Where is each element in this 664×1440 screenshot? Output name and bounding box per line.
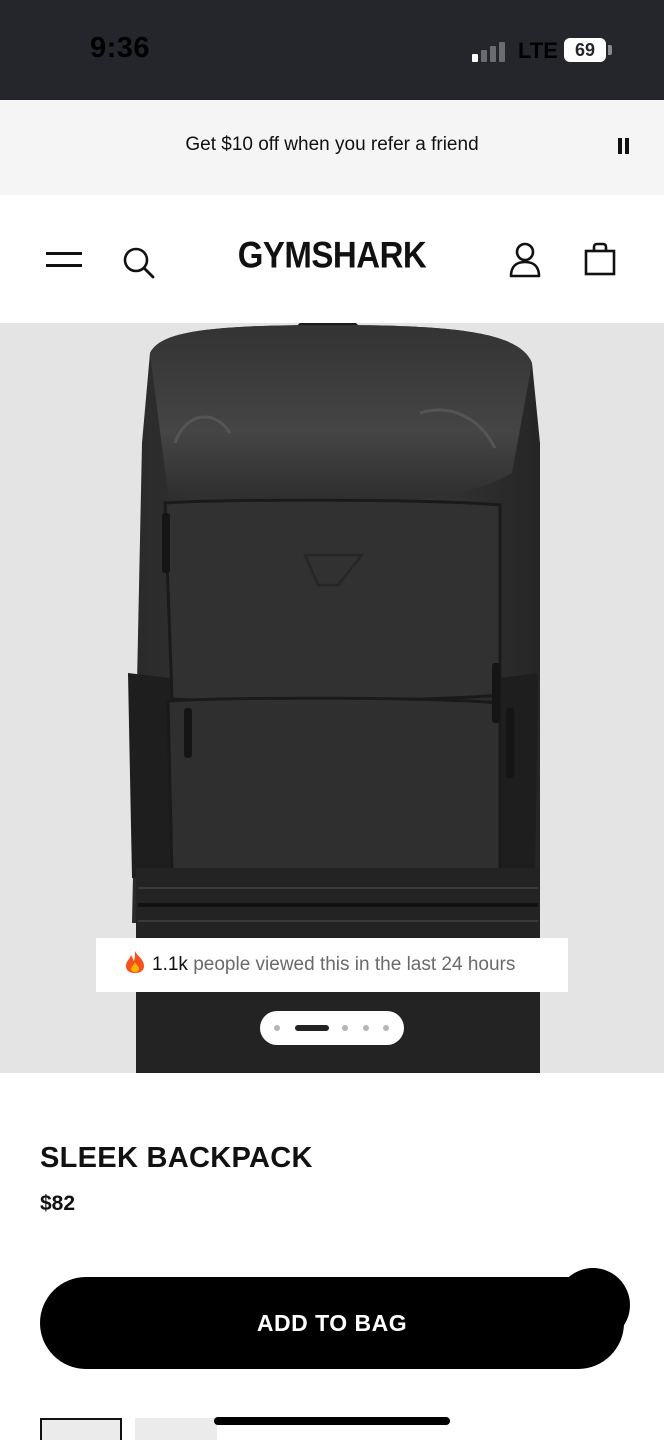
pagination-dot[interactable]: [383, 1025, 389, 1031]
account-icon[interactable]: [508, 242, 542, 278]
pagination-dot[interactable]: [363, 1025, 369, 1031]
product-title: SLEEK BACKPACK: [40, 1142, 313, 1174]
battery-icon: [608, 45, 612, 55]
product-page: 9:36 LTE 69 Get $10 off when you refer a…: [0, 0, 664, 1440]
status-time: 9:36: [90, 32, 151, 64]
pause-icon[interactable]: [616, 138, 630, 154]
product-price: $82: [40, 1192, 76, 1215]
color-swatch[interactable]: [135, 1418, 217, 1440]
signal-icon: [472, 40, 508, 62]
fire-icon: [124, 942, 146, 973]
bag-icon[interactable]: [584, 242, 616, 276]
recent-views-badge: 1.1k people viewed this in the last 24 h…: [96, 938, 568, 992]
promo-text[interactable]: Get $10 off when you refer a friend: [0, 134, 664, 156]
pagination-dot-active[interactable]: [295, 1025, 329, 1031]
network-label: LTE: [518, 38, 558, 63]
color-swatch-selected[interactable]: [40, 1418, 122, 1440]
battery-level: 69: [564, 38, 606, 62]
gallery-pagination[interactable]: [260, 1011, 404, 1045]
views-text: people viewed this in the last 24 hours: [193, 954, 516, 975]
brand-logo[interactable]: GYMSHARK: [0, 234, 664, 277]
add-to-bag-button[interactable]: ADD TO BAG: [40, 1277, 624, 1369]
pagination-dot[interactable]: [274, 1025, 280, 1031]
pagination-dot[interactable]: [342, 1025, 348, 1031]
home-indicator: [214, 1417, 450, 1425]
views-count: 1.1k: [152, 954, 188, 975]
